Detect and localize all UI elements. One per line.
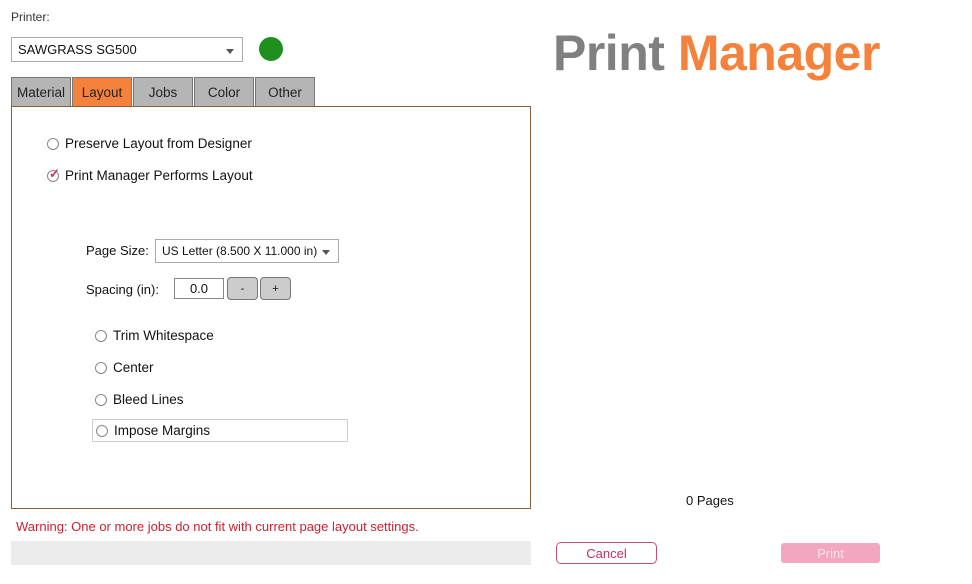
radio-label: Center <box>113 360 154 375</box>
checked-radio-icon: ✓ <box>47 165 60 182</box>
chevron-down-icon <box>322 250 330 255</box>
print-button[interactable]: Print <box>781 543 880 563</box>
tab-material[interactable]: Material <box>11 77 71 107</box>
layout-panel <box>11 106 531 509</box>
center-radio[interactable]: Center <box>95 360 154 375</box>
spacing-increment-button[interactable]: + <box>260 277 291 300</box>
tab-label: Material <box>16 85 65 100</box>
radio-icon <box>96 424 108 437</box>
spacing-input[interactable]: 0.0 <box>174 278 224 299</box>
page-size-select[interactable]: US Letter (8.500 X 11.000 in) <box>155 239 339 263</box>
print-manager-logo: Print Manager <box>553 24 880 82</box>
printer-value: SAWGRASS SG500 <box>18 42 137 57</box>
tab-label: Color <box>207 85 241 100</box>
print-manager-layout-radio[interactable]: ✓ Print Manager Performs Layout <box>47 165 253 183</box>
tab-layout[interactable]: Layout <box>72 77 132 107</box>
logo-part1: Print <box>553 25 665 81</box>
page-size-value: US Letter (8.500 X 11.000 in) <box>162 244 318 258</box>
preserve-layout-radio[interactable]: Preserve Layout from Designer <box>47 136 252 151</box>
spacing-decrement-button[interactable]: - <box>227 277 258 300</box>
progress-bar <box>11 541 531 565</box>
radio-label: Trim Whitespace <box>113 328 214 343</box>
radio-icon <box>95 329 107 342</box>
printer-label: Printer: <box>11 10 50 24</box>
radio-label: Print Manager Performs Layout <box>65 168 253 183</box>
chevron-down-icon <box>226 48 234 54</box>
cancel-button[interactable]: Cancel <box>556 542 657 564</box>
page-count: 0 Pages <box>686 493 734 508</box>
radio-icon <box>95 393 107 406</box>
radio-icon <box>47 137 59 150</box>
tab-label: Layout <box>81 85 123 100</box>
spacing-label: Spacing (in): <box>86 282 159 297</box>
radio-label: Bleed Lines <box>113 392 184 407</box>
impose-margins-radio[interactable]: Impose Margins <box>92 419 348 442</box>
printer-status-indicator <box>259 37 283 61</box>
layout-warning: Warning: One or more jobs do not fit wit… <box>16 519 419 534</box>
bleed-lines-radio[interactable]: Bleed Lines <box>95 392 184 407</box>
radio-label: Preserve Layout from Designer <box>65 136 252 151</box>
tab-jobs[interactable]: Jobs <box>133 77 193 107</box>
logo-part2: Manager <box>677 25 881 81</box>
page-size-label: Page Size: <box>86 243 149 258</box>
tab-color[interactable]: Color <box>194 77 254 107</box>
tab-other[interactable]: Other <box>255 77 315 107</box>
radio-label: Impose Margins <box>114 423 211 438</box>
tab-label: Other <box>268 85 302 100</box>
radio-icon <box>95 361 107 374</box>
tab-label: Jobs <box>148 85 178 100</box>
printer-select[interactable]: SAWGRASS SG500 <box>11 37 243 62</box>
trim-whitespace-radio[interactable]: Trim Whitespace <box>95 328 214 343</box>
